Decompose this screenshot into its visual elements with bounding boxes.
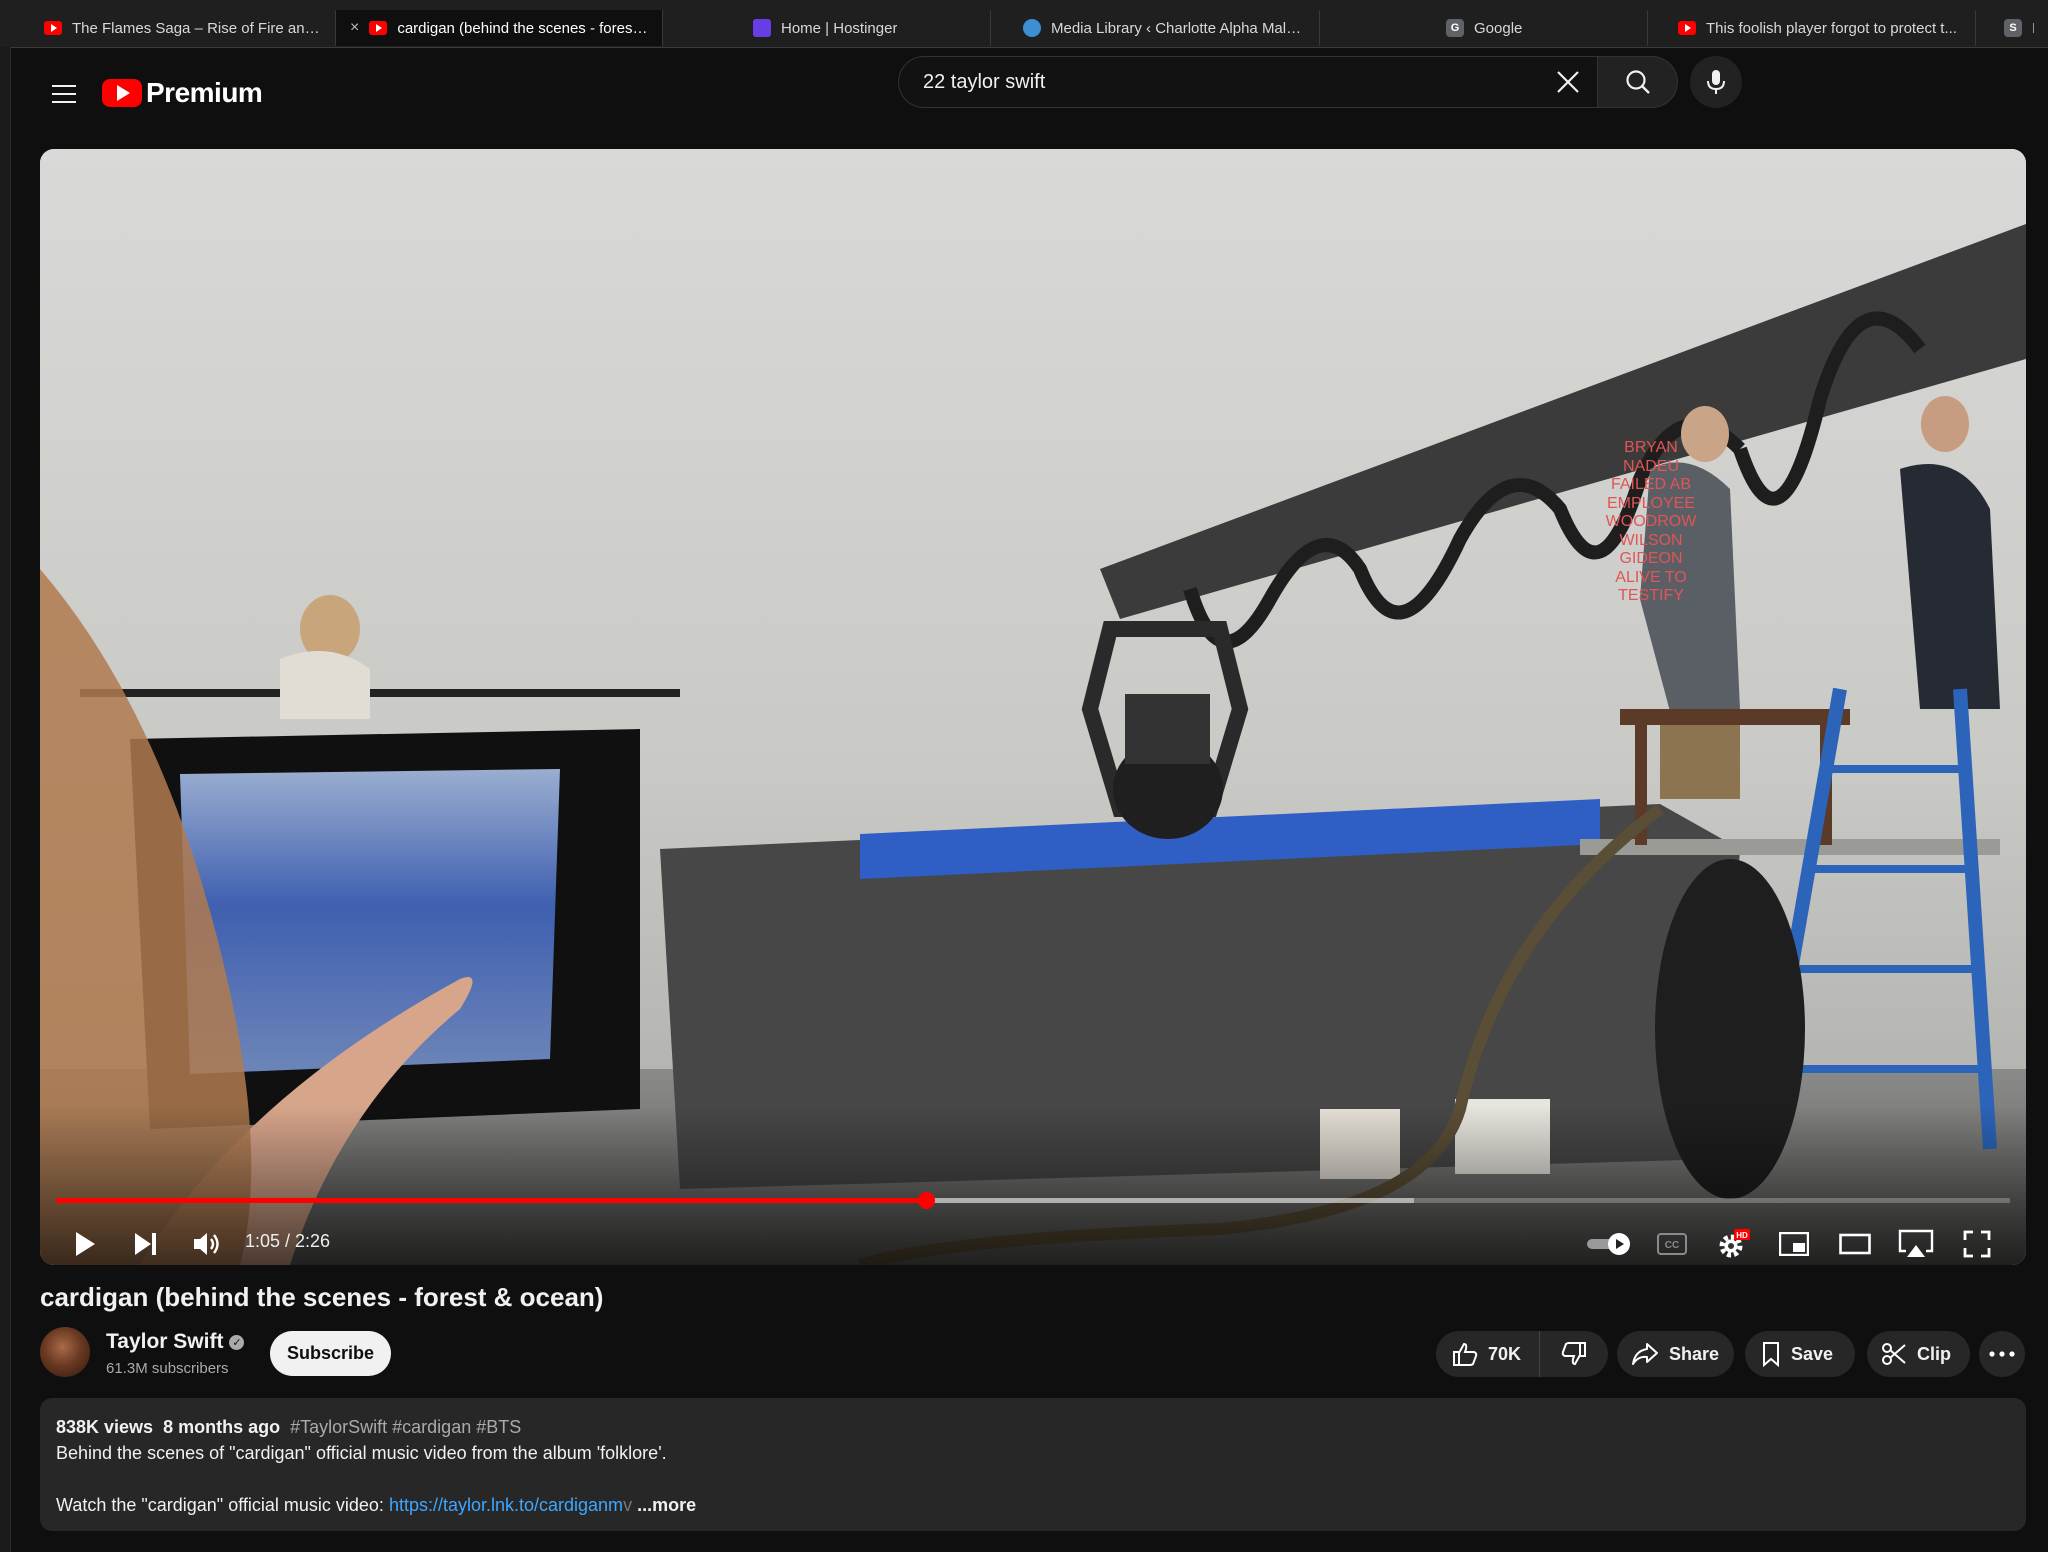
play-button[interactable] xyxy=(62,1221,108,1265)
description-box[interactable]: 838K views 8 months ago #TaylorSwift #ca… xyxy=(40,1398,2026,1531)
fullscreen-icon xyxy=(1963,1230,1991,1258)
youtube-icon xyxy=(1678,21,1696,35)
subtitles-button[interactable]: CC xyxy=(1649,1221,1695,1265)
tab-title: Im xyxy=(2032,20,2034,37)
like-button[interactable]: 70K xyxy=(1436,1331,1540,1377)
like-dislike-group: 70K xyxy=(1436,1331,1608,1377)
channel-name: Taylor Swift xyxy=(106,1330,224,1353)
clear-search-icon[interactable] xyxy=(1553,67,1583,97)
progress-bar[interactable] xyxy=(56,1192,2010,1209)
airplay-icon xyxy=(1898,1229,1934,1257)
airplay-button[interactable] xyxy=(1893,1221,1939,1265)
like-count: 70K xyxy=(1488,1343,1522,1364)
hashtags[interactable]: #TaylorSwift #cardigan #BTS xyxy=(290,1417,521,1437)
description-link-prefix: Watch the "cardigan" official music vide… xyxy=(56,1495,389,1515)
subscriber-count: 61.3M subscribers xyxy=(106,1360,229,1377)
closed-captions-icon: CC xyxy=(1657,1233,1687,1255)
search-box xyxy=(898,56,1598,108)
search-button[interactable] xyxy=(1598,56,1678,108)
channel-name-link[interactable]: Taylor Swift ✓ xyxy=(106,1330,245,1354)
browser-tab-cardigan[interactable]: × cardigan (behind the scenes - forest..… xyxy=(336,10,663,46)
share-label: Share xyxy=(1669,1343,1720,1364)
tab-title: cardigan (behind the scenes - forest... xyxy=(397,19,648,37)
browser-tab-foolish-player[interactable]: This foolish player forgot to protect t.… xyxy=(1648,10,1976,46)
youtube-premium-logo[interactable]: Premium xyxy=(102,68,263,118)
logo-text: Premium xyxy=(146,77,263,108)
next-button[interactable] xyxy=(123,1221,169,1265)
channel-avatar[interactable] xyxy=(40,1327,90,1377)
svg-text:CC: CC xyxy=(1665,1240,1679,1251)
description-line: Watch the "cardigan" official music vide… xyxy=(56,1495,697,1515)
play-icon xyxy=(76,1232,95,1256)
video-overlay-text: BRYAN NADEU FAILED AB EMPLOYEE WOODROW W… xyxy=(1605,439,1697,604)
browser-tab-flames-saga[interactable]: The Flames Saga – Rise of Fire and S... xyxy=(30,10,336,46)
mute-button[interactable] xyxy=(184,1221,230,1265)
show-more-button[interactable]: ...more xyxy=(637,1495,696,1515)
clip-label: Clip xyxy=(1917,1343,1951,1364)
youtube-icon xyxy=(369,21,388,35)
volume-icon xyxy=(194,1233,219,1255)
upload-date: 8 months ago xyxy=(163,1417,281,1437)
tab-title: This foolish player forgot to protect t.… xyxy=(1706,19,1957,37)
share-button[interactable]: Share xyxy=(1617,1331,1734,1377)
browser-tab-strip: The Flames Saga – Rise of Fire and S... … xyxy=(0,0,2048,48)
youtube-logo-icon xyxy=(102,79,142,107)
search-input[interactable] xyxy=(921,69,1485,95)
browser-tab-overflow[interactable]: S Im xyxy=(1976,10,2048,46)
tab-title: Google xyxy=(1474,19,1523,37)
description-line: Behind the scenes of "cardigan" official… xyxy=(56,1443,667,1463)
settings-button[interactable]: HD xyxy=(1710,1221,1756,1265)
tab-title: Media Library ‹ Charlotte Alpha Male... xyxy=(1051,19,1305,37)
tab-title: The Flames Saga – Rise of Fire and S... xyxy=(72,19,321,37)
save-button[interactable]: Save xyxy=(1745,1331,1855,1377)
youtube-icon xyxy=(44,21,62,35)
bookmark-icon xyxy=(1763,1342,1779,1367)
video-frame xyxy=(40,149,2026,1265)
side-window-edge xyxy=(0,47,11,1552)
miniplayer-icon xyxy=(1779,1232,1809,1256)
subscribe-button[interactable]: Subscribe xyxy=(270,1331,391,1376)
scrubber-handle[interactable] xyxy=(917,1192,935,1209)
clip-button[interactable]: Clip xyxy=(1867,1331,1970,1377)
autoplay-toggle-icon xyxy=(1587,1233,1630,1255)
gear-icon: HD xyxy=(1719,1229,1750,1258)
hostinger-icon xyxy=(753,19,771,37)
dislike-button[interactable] xyxy=(1540,1331,1608,1377)
video-title: cardigan (behind the scenes - forest & o… xyxy=(40,1282,604,1312)
autoplay-toggle[interactable] xyxy=(1581,1221,1637,1265)
masthead: Premium xyxy=(10,48,2048,164)
theater-mode-button[interactable] xyxy=(1832,1221,1878,1265)
view-count: 838K views xyxy=(56,1417,154,1437)
progress-played xyxy=(56,1198,926,1203)
tab-title: Home | Hostinger xyxy=(781,19,898,37)
time-display: 1:05 / 2:26 xyxy=(245,1231,331,1251)
thumbs-down-icon xyxy=(1561,1342,1586,1366)
video-player[interactable]: BRYAN NADEU FAILED AB EMPLOYEE WOODROW W… xyxy=(40,149,2026,1265)
wordpress-icon xyxy=(1023,19,1041,37)
skip-next-icon xyxy=(135,1233,156,1255)
miniplayer-button[interactable] xyxy=(1771,1221,1817,1265)
hd-badge: HD xyxy=(1736,1231,1748,1240)
google-icon: G xyxy=(1446,19,1464,37)
description-meta: 838K views 8 months ago #TaylorSwift #ca… xyxy=(56,1414,2010,1440)
music-video-link[interactable]: https://taylor.lnk.to/cardiganm xyxy=(389,1495,623,1515)
voice-search-button[interactable] xyxy=(1690,56,1742,108)
save-label: Save xyxy=(1791,1343,1834,1364)
scissors-icon xyxy=(1882,1343,1906,1365)
guide-menu-icon[interactable] xyxy=(40,70,88,118)
s-icon: S xyxy=(2004,19,2022,37)
browser-tab-media-library[interactable]: Media Library ‹ Charlotte Alpha Male... xyxy=(991,10,1320,46)
browser-tab-google[interactable]: G Google xyxy=(1320,10,1648,46)
browser-tab-hostinger[interactable]: Home | Hostinger xyxy=(663,10,991,46)
share-icon xyxy=(1632,1343,1658,1365)
search-icon xyxy=(1625,70,1650,94)
fullscreen-button[interactable] xyxy=(1954,1221,2000,1265)
more-horizontal-icon xyxy=(1989,1351,2015,1357)
theater-mode-icon xyxy=(1839,1233,1871,1255)
thumbs-up-icon xyxy=(1453,1342,1478,1366)
close-tab-icon[interactable]: × xyxy=(350,19,359,37)
microphone-icon xyxy=(1707,70,1725,94)
more-actions-button[interactable] xyxy=(1979,1331,2025,1377)
verified-badge-icon: ✓ xyxy=(229,1334,245,1350)
